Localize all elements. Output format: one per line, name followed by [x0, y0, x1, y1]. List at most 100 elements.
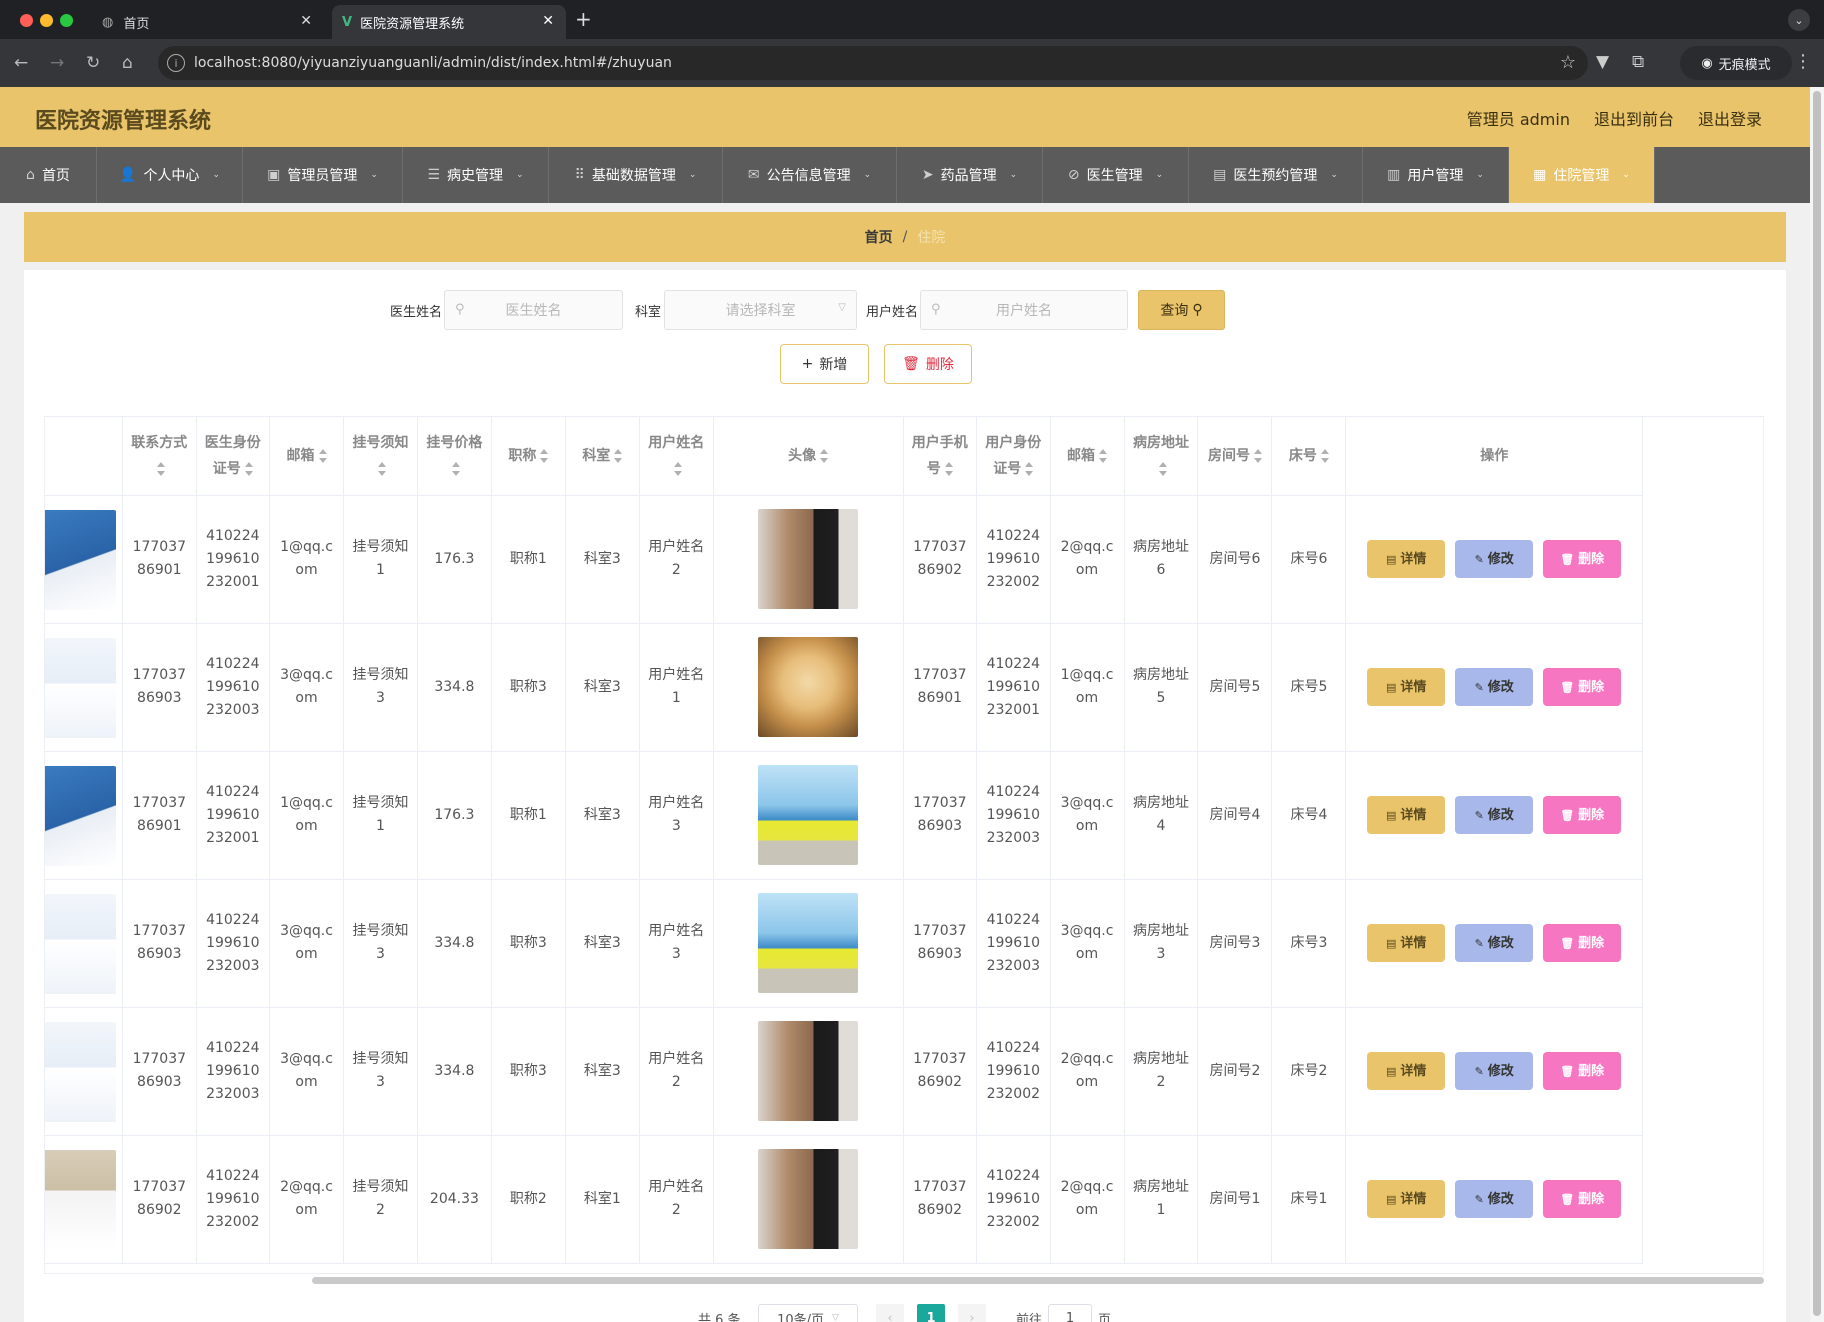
menu-item-9[interactable]: ▥ 用户管理 ⌄ — [1363, 147, 1509, 203]
cell-ward: 病房地址3 — [1124, 879, 1199, 1008]
edit-button[interactable]: ✎ 修改 — [1455, 796, 1534, 834]
user-name-input[interactable]: ⚲ 用户姓名 — [920, 290, 1128, 330]
column-header[interactable]: 邮箱 — [1050, 417, 1125, 496]
back-to-front-link[interactable]: 退出到前台 — [1594, 106, 1674, 130]
menu-item-2[interactable]: ▣ 管理员管理 ⌄ — [243, 147, 403, 203]
close-tab-icon[interactable]: ✕ — [300, 13, 312, 29]
menu-item-6[interactable]: ➤ 药品管理 ⌄ — [897, 147, 1043, 203]
edit-button[interactable]: ✎ 修改 — [1455, 540, 1534, 578]
column-header[interactable]: 床号 — [1271, 417, 1347, 496]
menu-item-3[interactable]: ☰ 病史管理 ⌄ — [403, 147, 549, 203]
add-button[interactable]: + 新增 — [780, 344, 869, 384]
edit-button[interactable]: ✎ 修改 — [1455, 1180, 1534, 1218]
delete-button[interactable]: 🗑 删除 — [1543, 924, 1622, 962]
dept-select[interactable]: 请选择科室 ▽ — [664, 290, 857, 330]
menu-item-0[interactable]: ⌂ 首页 — [0, 147, 97, 203]
sort-icon[interactable] — [1025, 461, 1034, 476]
detail-button[interactable]: ▤ 详情 — [1367, 796, 1446, 834]
column-header[interactable]: 职称 — [491, 417, 566, 496]
sort-icon[interactable] — [1158, 461, 1167, 476]
extension-v-icon[interactable]: ▼ — [1596, 52, 1609, 72]
query-button[interactable]: 查询 ⚲ — [1138, 290, 1225, 330]
vertical-scrollbar[interactable] — [1810, 87, 1824, 1322]
minimize-window-icon[interactable] — [40, 14, 53, 27]
logout-link[interactable]: 退出登录 — [1698, 106, 1762, 130]
sort-icon[interactable] — [540, 448, 549, 463]
delete-button[interactable]: 🗑 删除 — [1543, 1052, 1622, 1090]
next-page-button[interactable]: › — [958, 1304, 986, 1322]
menu-item-5[interactable]: ✉ 公告信息管理 ⌄ — [723, 147, 897, 203]
reload-icon[interactable]: ↻ — [86, 53, 100, 73]
column-header[interactable]: 科室 — [565, 417, 640, 496]
edit-button[interactable]: ✎ 修改 — [1455, 1052, 1534, 1090]
column-header[interactable]: 病房地址 — [1124, 417, 1199, 496]
batch-delete-button[interactable]: 🗑 删除 — [884, 344, 972, 384]
new-tab-icon[interactable]: + — [575, 7, 592, 31]
menu-item-7[interactable]: ⊘ 医生管理 ⌄ — [1043, 147, 1189, 203]
extensions-puzzle-icon[interactable]: ⧉ — [1632, 52, 1644, 72]
edit-button[interactable]: ✎ 修改 — [1455, 668, 1534, 706]
column-header[interactable]: 操作 — [1345, 417, 1643, 496]
back-icon[interactable]: ← — [14, 53, 28, 73]
page-number-current[interactable]: 1 — [917, 1304, 945, 1322]
sort-icon[interactable] — [1320, 448, 1329, 463]
menu-item-1[interactable]: 👤 个人中心 ⌄ — [97, 147, 243, 203]
column-header[interactable]: 头像 — [713, 417, 904, 496]
close-tab-icon[interactable]: ✕ — [542, 13, 554, 29]
detail-button[interactable]: ▤ 详情 — [1367, 1052, 1446, 1090]
browser-tab-active[interactable]: V 医院资源管理系统 ✕ — [332, 5, 566, 39]
column-header[interactable]: 用户姓名 — [639, 417, 714, 496]
sort-icon[interactable] — [1099, 448, 1108, 463]
sort-icon[interactable] — [1253, 448, 1262, 463]
delete-button[interactable]: 🗑 删除 — [1543, 668, 1622, 706]
delete-button[interactable]: 🗑 删除 — [1543, 796, 1622, 834]
detail-button[interactable]: ▤ 详情 — [1367, 924, 1446, 962]
sort-icon[interactable] — [674, 461, 683, 476]
sort-icon[interactable] — [820, 448, 829, 463]
close-window-icon[interactable] — [20, 14, 33, 27]
sort-icon[interactable] — [944, 461, 953, 476]
maximize-window-icon[interactable] — [60, 14, 73, 27]
delete-button[interactable]: 🗑 删除 — [1543, 540, 1622, 578]
column-header[interactable]: 联系方式 — [122, 417, 197, 496]
column-header[interactable]: 医生身份证号 — [196, 417, 271, 496]
column-header[interactable]: 用户手机号 — [903, 417, 978, 496]
bookmark-star-icon[interactable]: ☆ — [1560, 52, 1576, 73]
address-bar[interactable]: i localhost:8080/yiyuanziyuanguanli/admi… — [158, 46, 1588, 80]
browser-tab-home[interactable]: ◍ 首页 ✕ — [92, 5, 324, 39]
prev-page-button[interactable]: ‹ — [876, 1304, 904, 1322]
detail-button[interactable]: ▤ 详情 — [1367, 1180, 1446, 1218]
column-header[interactable]: 用户身份证号 — [976, 417, 1051, 496]
incognito-badge[interactable]: ◉ 无痕模式 — [1680, 46, 1792, 80]
site-info-icon[interactable]: i — [167, 54, 185, 72]
horizontal-scrollbar[interactable] — [44, 1274, 1764, 1286]
doctor-name-placeholder: 医生姓名 — [505, 303, 562, 319]
menu-item-10[interactable]: ▦ 住院管理 ⌄ — [1509, 147, 1655, 203]
sort-icon[interactable] — [318, 448, 327, 463]
edit-button[interactable]: ✎ 修改 — [1455, 924, 1534, 962]
cell-user_email: 3@qq.com — [1050, 879, 1125, 1008]
browser-menu-icon[interactable]: ⋮ — [1794, 51, 1812, 72]
column-header-doctor-photo[interactable] — [45, 417, 124, 496]
menu-item-4[interactable]: ⠿ 基础数据管理 ⌄ — [549, 147, 723, 203]
sort-icon[interactable] — [452, 461, 461, 476]
forward-icon[interactable]: → — [50, 53, 64, 73]
column-header[interactable]: 挂号价格 — [417, 417, 492, 496]
detail-button[interactable]: ▤ 详情 — [1367, 668, 1446, 706]
delete-button[interactable]: 🗑 删除 — [1543, 1180, 1622, 1218]
page-size-select[interactable]: 10条/页 ▽ — [758, 1304, 858, 1322]
breadcrumb-home[interactable]: 首页 — [865, 227, 893, 247]
column-header[interactable]: 挂号须知 — [343, 417, 418, 496]
detail-button[interactable]: ▤ 详情 — [1367, 540, 1446, 578]
doctor-name-input[interactable]: ⚲ 医生姓名 — [444, 290, 623, 330]
home-browser-icon[interactable]: ⌂ — [122, 53, 133, 73]
sort-icon[interactable] — [157, 461, 166, 476]
tab-search-icon[interactable]: ⌄ — [1788, 9, 1810, 31]
menu-item-8[interactable]: ▤ 医生预约管理 ⌄ — [1189, 147, 1363, 203]
sort-icon[interactable] — [244, 461, 253, 476]
goto-page-input[interactable]: 1 — [1048, 1304, 1092, 1322]
column-header[interactable]: 邮箱 — [269, 417, 344, 496]
column-header[interactable]: 房间号 — [1197, 417, 1273, 496]
sort-icon[interactable] — [378, 461, 387, 476]
sort-icon[interactable] — [614, 448, 623, 463]
